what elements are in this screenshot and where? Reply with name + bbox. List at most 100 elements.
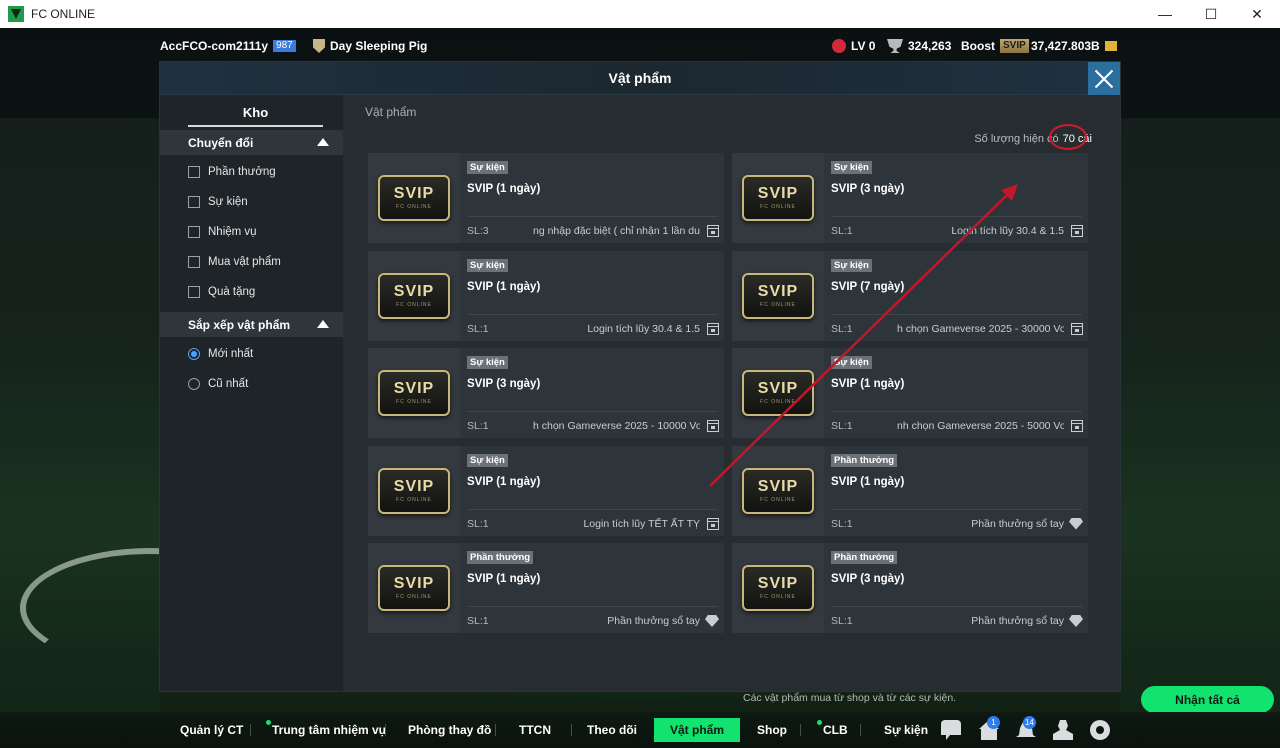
content-title: Vật phẩm	[365, 105, 417, 119]
nav-club[interactable]: CLB	[815, 718, 856, 742]
checkbox[interactable]	[188, 226, 200, 238]
item-category-badge: Sự kiện	[831, 258, 872, 272]
diamond-icon[interactable]	[1069, 615, 1083, 627]
calendar-icon[interactable]	[707, 322, 719, 335]
item-card[interactable]: SVIP FC ONLINE Phần thưởng SVIP (1 ngày) SL:…	[368, 543, 724, 633]
nav-items-active[interactable]: Vật phẩm	[654, 718, 741, 742]
radio[interactable]	[188, 378, 200, 390]
item-card[interactable]: SVIP FC ONLINE Sự kiện SVIP (1 ngày) SL:1 nh …	[732, 348, 1088, 438]
calendar-icon[interactable]	[707, 420, 719, 432]
svip-badge: SVIP	[1000, 39, 1029, 53]
item-card[interactable]: SVIP FC ONLINE Phần thưởng SVIP (1 ngày) SL:…	[732, 445, 1088, 536]
item-divider	[467, 216, 718, 217]
svip-card-label: SVIP	[393, 380, 435, 397]
trophy-info[interactable]: 324,263	[887, 39, 951, 53]
item-source: h chọn Gameverse 2025 - 30000 Votes	[897, 322, 1064, 335]
svip-card-label: SVIP	[393, 477, 435, 495]
svip-card-image: SVIP FC ONLINE	[742, 467, 814, 514]
nav-label: Trung tâm nhiệm vụ	[272, 723, 387, 737]
collapse-triangle-icon	[317, 138, 329, 146]
checkbox[interactable]	[188, 256, 200, 268]
item-card[interactable]: SVIP FC ONLINE Sự kiện SVIP (3 ngày) SL:1 Log…	[732, 153, 1088, 243]
maximize-button[interactable]: ☐	[1188, 0, 1234, 28]
item-card[interactable]: SVIP FC ONLINE Sự kiện SVIP (1 ngày) SL:1 Log…	[368, 445, 724, 536]
coin-icon	[1104, 41, 1117, 51]
checkbox[interactable]	[188, 196, 200, 208]
item-quantity: SL:1	[831, 420, 853, 432]
filter-mission[interactable]: Nhiệm vụ	[188, 226, 257, 238]
account-info[interactable]: AccFCO-com2111y 987	[160, 39, 296, 53]
annotation-circle	[1049, 124, 1087, 150]
item-card[interactable]: SVIP FC ONLINE Sự kiện SVIP (3 ngày) SL:1 h c…	[368, 348, 724, 438]
calendar-icon[interactable]	[707, 225, 719, 237]
team-info[interactable]: Day Sleeping Pig	[313, 39, 427, 53]
svip-card-sublabel: FC ONLINE	[760, 594, 796, 600]
nav-divider	[571, 724, 572, 736]
filter-gift[interactable]: Quà tặng	[188, 286, 255, 298]
item-card[interactable]: SVIP FC ONLINE Sự kiện SVIP (7 ngày) SL:1 h c…	[732, 250, 1088, 341]
boost-info[interactable]: Boost SVIP	[961, 39, 1029, 53]
window-close-button[interactable]: ✕	[1234, 0, 1280, 28]
nav-team-management[interactable]: Quản lý CT	[172, 718, 251, 742]
radio-selected[interactable]	[188, 348, 200, 360]
filter-reward[interactable]: Phần thưởng	[188, 166, 276, 178]
modal-title: Vật phẩm	[608, 70, 672, 86]
filter-event[interactable]: Sự kiện	[188, 196, 248, 208]
minimize-button[interactable]: —	[1142, 0, 1188, 28]
svip-card-image: SVIP FC ONLINE	[378, 370, 450, 416]
diamond-icon[interactable]	[705, 615, 719, 627]
item-card[interactable]: SVIP FC ONLINE Sự kiện SVIP (1 ngày) SL:1 Log…	[368, 250, 724, 341]
nav-new-dot	[817, 720, 822, 725]
convert-section-label: Chuyển đổi	[188, 135, 254, 150]
item-card[interactable]: SVIP FC ONLINE Sự kiện SVIP (1 ngày) SL:3 ng …	[368, 153, 724, 243]
item-name: SVIP (1 ngày)	[467, 475, 541, 488]
sort-section-label: Sắp xếp vật phẩm	[188, 317, 291, 332]
item-divider	[467, 411, 718, 412]
boost-label: Boost	[961, 39, 995, 53]
item-source: nh chọn Gameverse 2025 - 5000 Votes	[897, 420, 1064, 432]
filter-purchase[interactable]: Mua vật phẩm	[188, 256, 281, 268]
nav-ttcn[interactable]: TTCN	[511, 718, 559, 742]
balance-info[interactable]: 37,427.803B	[1031, 39, 1117, 53]
svip-card-label: SVIP	[757, 575, 799, 592]
calendar-icon[interactable]	[1071, 420, 1083, 432]
team-crest-icon	[313, 39, 325, 53]
svip-card-label: SVIP	[393, 575, 435, 592]
filter-label: Nhiệm vụ	[208, 226, 257, 238]
checkbox[interactable]	[188, 286, 200, 298]
sort-section-header[interactable]: Sắp xếp vật phẩm	[160, 312, 343, 337]
sort-oldest[interactable]: Cũ nhất	[188, 378, 248, 390]
level-info[interactable]: LV 0	[832, 39, 875, 53]
item-category-badge: Sự kiện	[467, 453, 508, 467]
sort-newest[interactable]: Mới nhất	[188, 348, 253, 360]
svip-card-sublabel: FC ONLINE	[760, 496, 796, 503]
modal-close-button[interactable]	[1088, 62, 1120, 95]
svip-card-image: SVIP FC ONLINE	[742, 565, 814, 611]
nav-locker-room[interactable]: Phòng thay đồ	[400, 718, 499, 742]
item-category-badge: Phần thưởng	[831, 453, 898, 467]
bottom-nav: Quản lý CT Trung tâm nhiệm vụ Phòng thay…	[0, 712, 1280, 748]
calendar-icon[interactable]	[1071, 225, 1083, 237]
gear-icon[interactable]	[1090, 720, 1110, 740]
calendar-icon[interactable]	[707, 517, 719, 530]
nav-follow[interactable]: Theo dõi	[579, 718, 645, 742]
convert-section-header[interactable]: Chuyển đổi	[160, 130, 343, 155]
svip-card-sublabel: FC ONLINE	[760, 204, 796, 210]
item-quantity: SL:1	[467, 615, 489, 627]
item-category-badge: Sự kiện	[467, 161, 508, 174]
nav-shop[interactable]: Shop	[749, 718, 795, 742]
calendar-icon[interactable]	[1071, 322, 1083, 335]
claim-all-button[interactable]: Nhận tất cả	[1141, 686, 1274, 713]
nav-events[interactable]: Sự kiện	[876, 718, 936, 742]
diamond-icon[interactable]	[1069, 517, 1083, 530]
item-quantity: SL:3	[467, 225, 489, 237]
quantity-label: Số lượng hiện có	[974, 133, 1059, 145]
nav-mission-center[interactable]: Trung tâm nhiệm vụ	[264, 718, 394, 742]
chat-icon[interactable]	[941, 720, 961, 740]
tab-inventory[interactable]: Kho	[188, 105, 323, 127]
user-icon[interactable]	[1053, 720, 1073, 740]
account-level-badge: 987	[273, 40, 296, 52]
item-card[interactable]: SVIP FC ONLINE Phần thưởng SVIP (3 ngày) SL:…	[732, 543, 1088, 633]
checkbox[interactable]	[188, 166, 200, 178]
filter-label: Sự kiện	[208, 196, 248, 208]
